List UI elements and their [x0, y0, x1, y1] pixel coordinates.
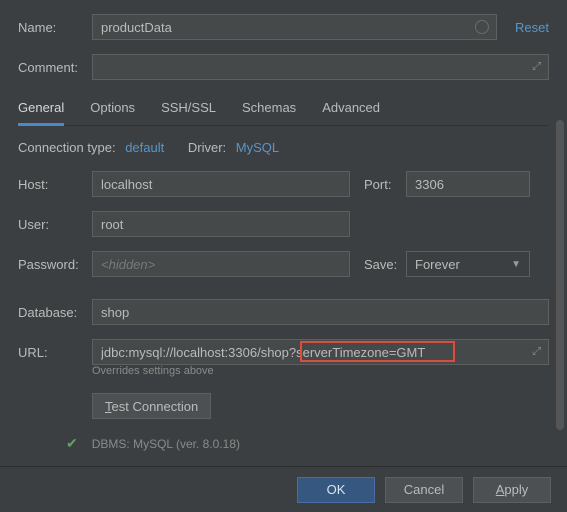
comment-input[interactable] — [92, 54, 549, 80]
tabs: General Options SSH/SSL Schemas Advanced — [18, 94, 549, 126]
save-label: Save: — [364, 257, 406, 272]
conn-type-label: Connection type: — [18, 140, 116, 155]
host-label: Host: — [18, 177, 92, 192]
tab-general[interactable]: General — [18, 94, 64, 126]
cancel-button[interactable]: Cancel — [385, 477, 463, 503]
password-label: Password: — [18, 257, 92, 272]
reset-link[interactable]: Reset — [515, 20, 549, 35]
tab-options[interactable]: Options — [90, 94, 135, 126]
url-hint: Overrides settings above — [92, 365, 549, 377]
save-select[interactable]: Forever ▼ — [406, 251, 530, 277]
driver-label: Driver: — [188, 140, 226, 155]
chevron-down-icon: ▼ — [511, 259, 521, 270]
port-input[interactable] — [406, 171, 530, 197]
scrollbar[interactable] — [556, 120, 564, 450]
save-value: Forever — [415, 257, 460, 272]
dialog-footer: OK Cancel Apply — [0, 466, 567, 512]
tab-schemas[interactable]: Schemas — [242, 94, 296, 126]
url-label: URL: — [18, 345, 92, 360]
apply-button[interactable]: Apply — [473, 477, 551, 503]
database-input[interactable] — [92, 299, 549, 325]
driver-value[interactable]: MySQL — [236, 140, 279, 155]
check-icon: ✔ — [66, 435, 78, 452]
test-connection-button[interactable]: Test Connection — [92, 393, 211, 419]
user-label: User: — [18, 217, 92, 232]
scroll-thumb[interactable] — [556, 120, 564, 430]
name-label: Name: — [18, 20, 92, 35]
password-input[interactable] — [92, 251, 350, 277]
tab-advanced[interactable]: Advanced — [322, 94, 380, 126]
circle-icon — [475, 20, 489, 34]
port-label: Port: — [364, 177, 406, 192]
conn-type-value[interactable]: default — [125, 140, 164, 155]
host-input[interactable] — [92, 171, 350, 197]
tab-sshssl[interactable]: SSH/SSL — [161, 94, 216, 126]
name-input[interactable] — [92, 14, 497, 40]
comment-label: Comment: — [18, 60, 92, 75]
ok-button[interactable]: OK — [297, 477, 375, 503]
database-label: Database: — [18, 305, 92, 320]
user-input[interactable] — [92, 211, 350, 237]
url-input[interactable] — [92, 339, 549, 365]
dbms-text: DBMS: MySQL (ver. 8.0.18) — [92, 437, 240, 451]
